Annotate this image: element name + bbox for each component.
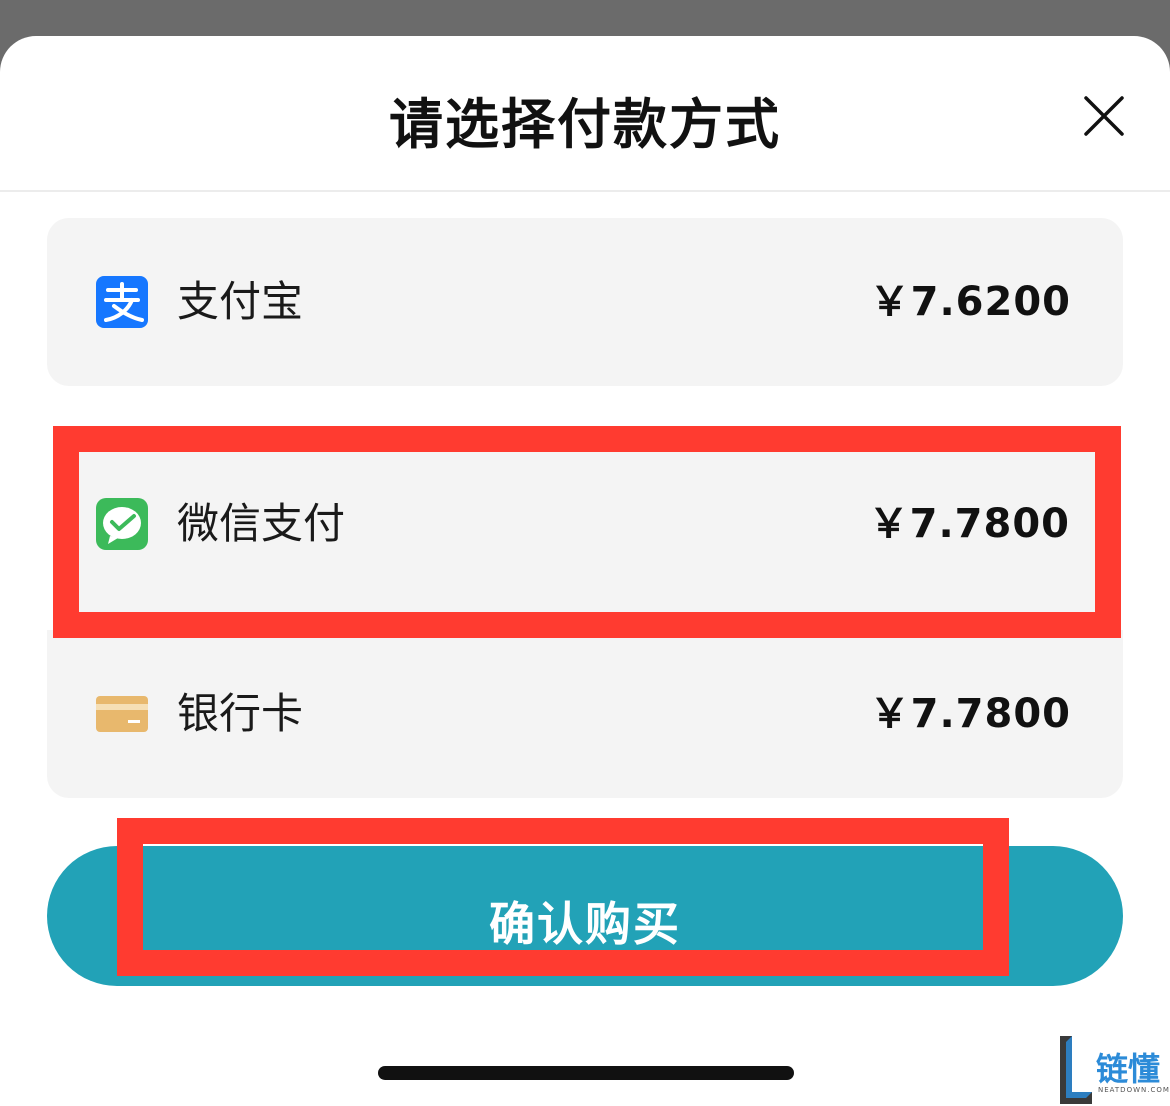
- wechat-pay-icon: [96, 498, 148, 550]
- page-title: 请选择付款方式: [389, 93, 781, 156]
- payment-option-bank-card[interactable]: 银行卡 ￥7.7800: [47, 630, 1123, 798]
- watermark-subtext: NEATDOWN.COM: [1098, 1086, 1170, 1094]
- home-indicator: [378, 1066, 794, 1080]
- payment-option-wechat[interactable]: 微信支付 ￥7.7800: [76, 450, 1096, 620]
- watermark-text: 链懂: [1096, 1050, 1161, 1088]
- payment-option-price: ￥7.7800: [868, 501, 1070, 547]
- watermark: 链懂 NEATDOWN.COM: [1056, 1034, 1170, 1106]
- payment-option-alipay[interactable]: 支付宝 ￥7.6200: [47, 218, 1123, 386]
- bank-card-icon: [96, 688, 148, 740]
- alipay-icon: [96, 276, 148, 328]
- payment-sheet: 请选择付款方式 支付宝 ￥7.6200 微信支付 ￥7.7800 银行卡 ￥7.…: [0, 36, 1170, 1106]
- payment-option-label: 微信支付: [177, 499, 346, 548]
- confirm-purchase-label: 确认购买: [489, 897, 681, 951]
- close-button[interactable]: [1082, 94, 1126, 138]
- confirm-purchase-button[interactable]: 确认购买: [47, 846, 1123, 986]
- payment-option-label: 支付宝: [177, 277, 304, 326]
- watermark-logo-icon: [1060, 1036, 1092, 1104]
- payment-option-price: ￥7.6200: [869, 279, 1071, 325]
- payment-option-label: 银行卡: [177, 689, 304, 738]
- payment-option-price: ￥7.7800: [869, 691, 1071, 737]
- close-icon: [1084, 96, 1124, 136]
- sheet-header: 请选择付款方式: [0, 36, 1170, 192]
